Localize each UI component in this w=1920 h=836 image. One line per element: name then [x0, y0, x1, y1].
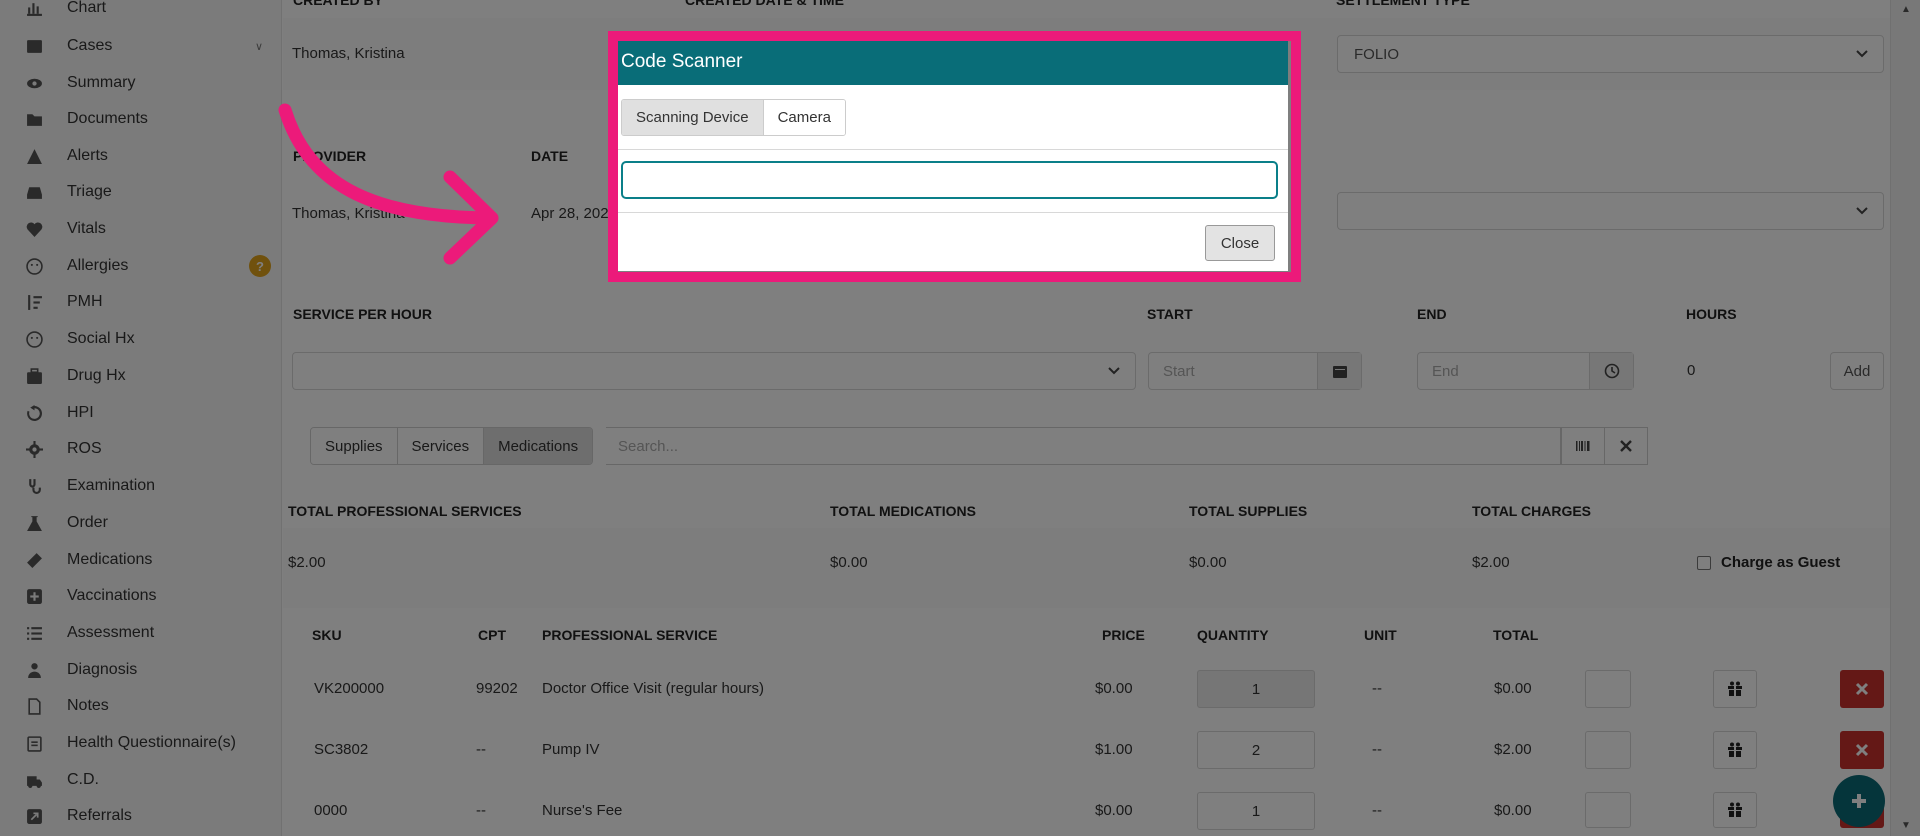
divider — [618, 212, 1288, 213]
annotation-arrow-icon — [278, 103, 499, 265]
code-scanner-modal: Code Scanner Scanning Device Camera Clos… — [618, 41, 1288, 271]
tab-camera[interactable]: Camera — [763, 100, 845, 135]
tab-scanning-device[interactable]: Scanning Device — [622, 100, 764, 135]
divider — [618, 149, 1288, 150]
scan-code-input[interactable] — [621, 161, 1278, 199]
modal-title: Code Scanner — [621, 51, 743, 72]
scanner-mode-tabs: Scanning Device Camera — [621, 99, 846, 136]
close-button[interactable]: Close — [1205, 225, 1275, 261]
modal-header: Code Scanner — [618, 41, 1288, 85]
